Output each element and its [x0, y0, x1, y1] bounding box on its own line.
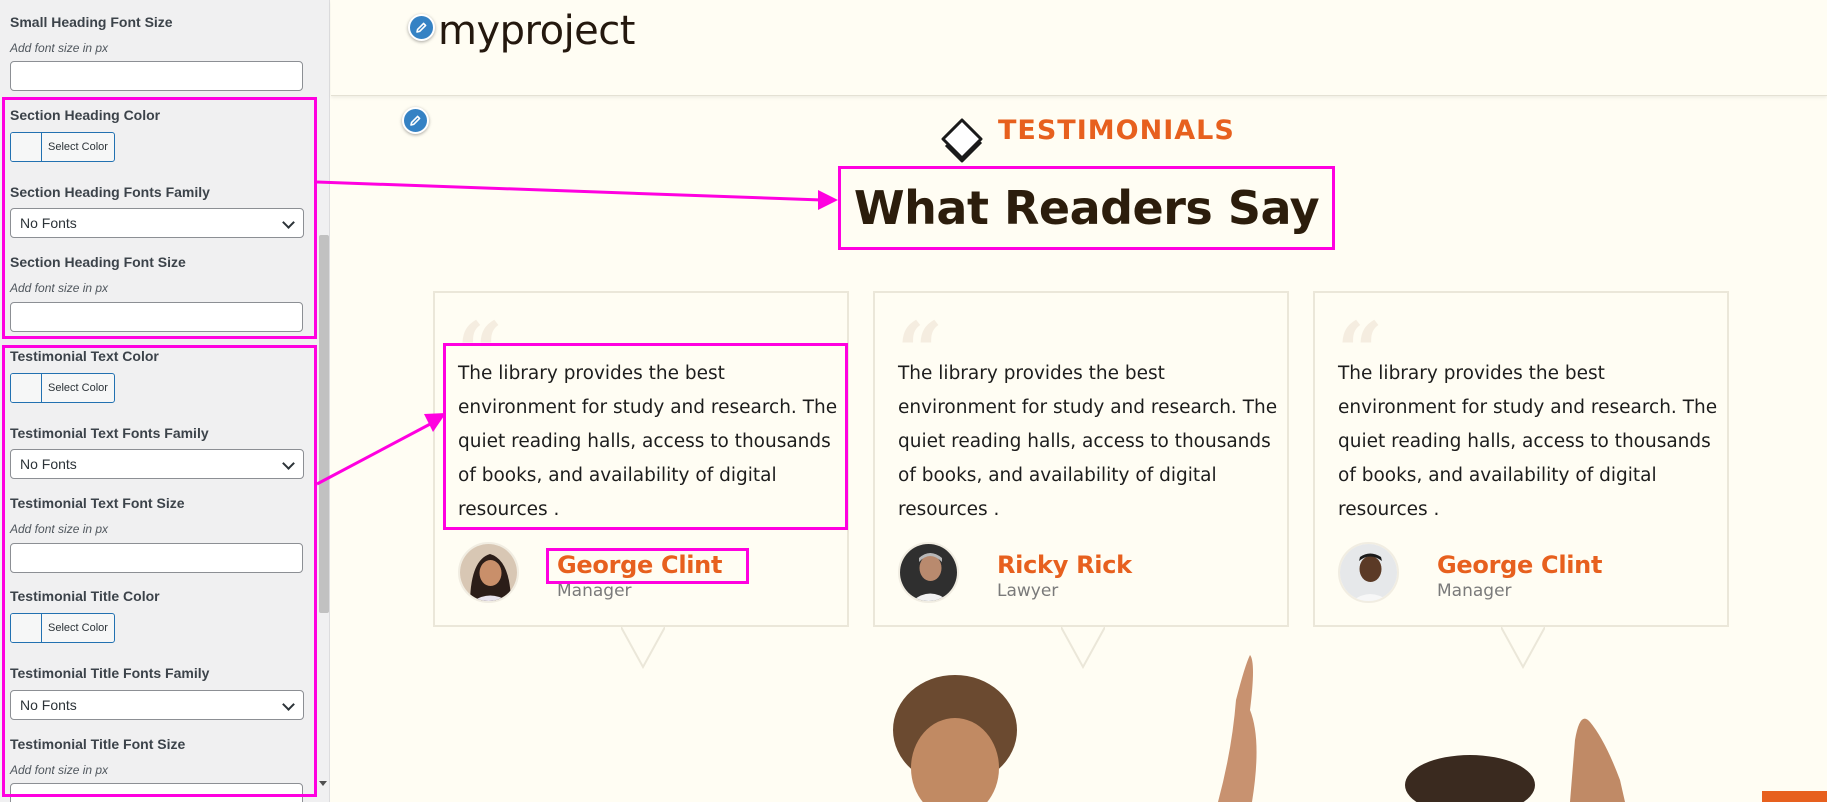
annotation-arrowhead [818, 190, 838, 210]
annotation-arrow-text [316, 420, 435, 486]
annotation-arrowhead [424, 413, 446, 432]
annotation-arrows [316, 180, 838, 486]
annotation-arrow-heading [316, 180, 823, 202]
